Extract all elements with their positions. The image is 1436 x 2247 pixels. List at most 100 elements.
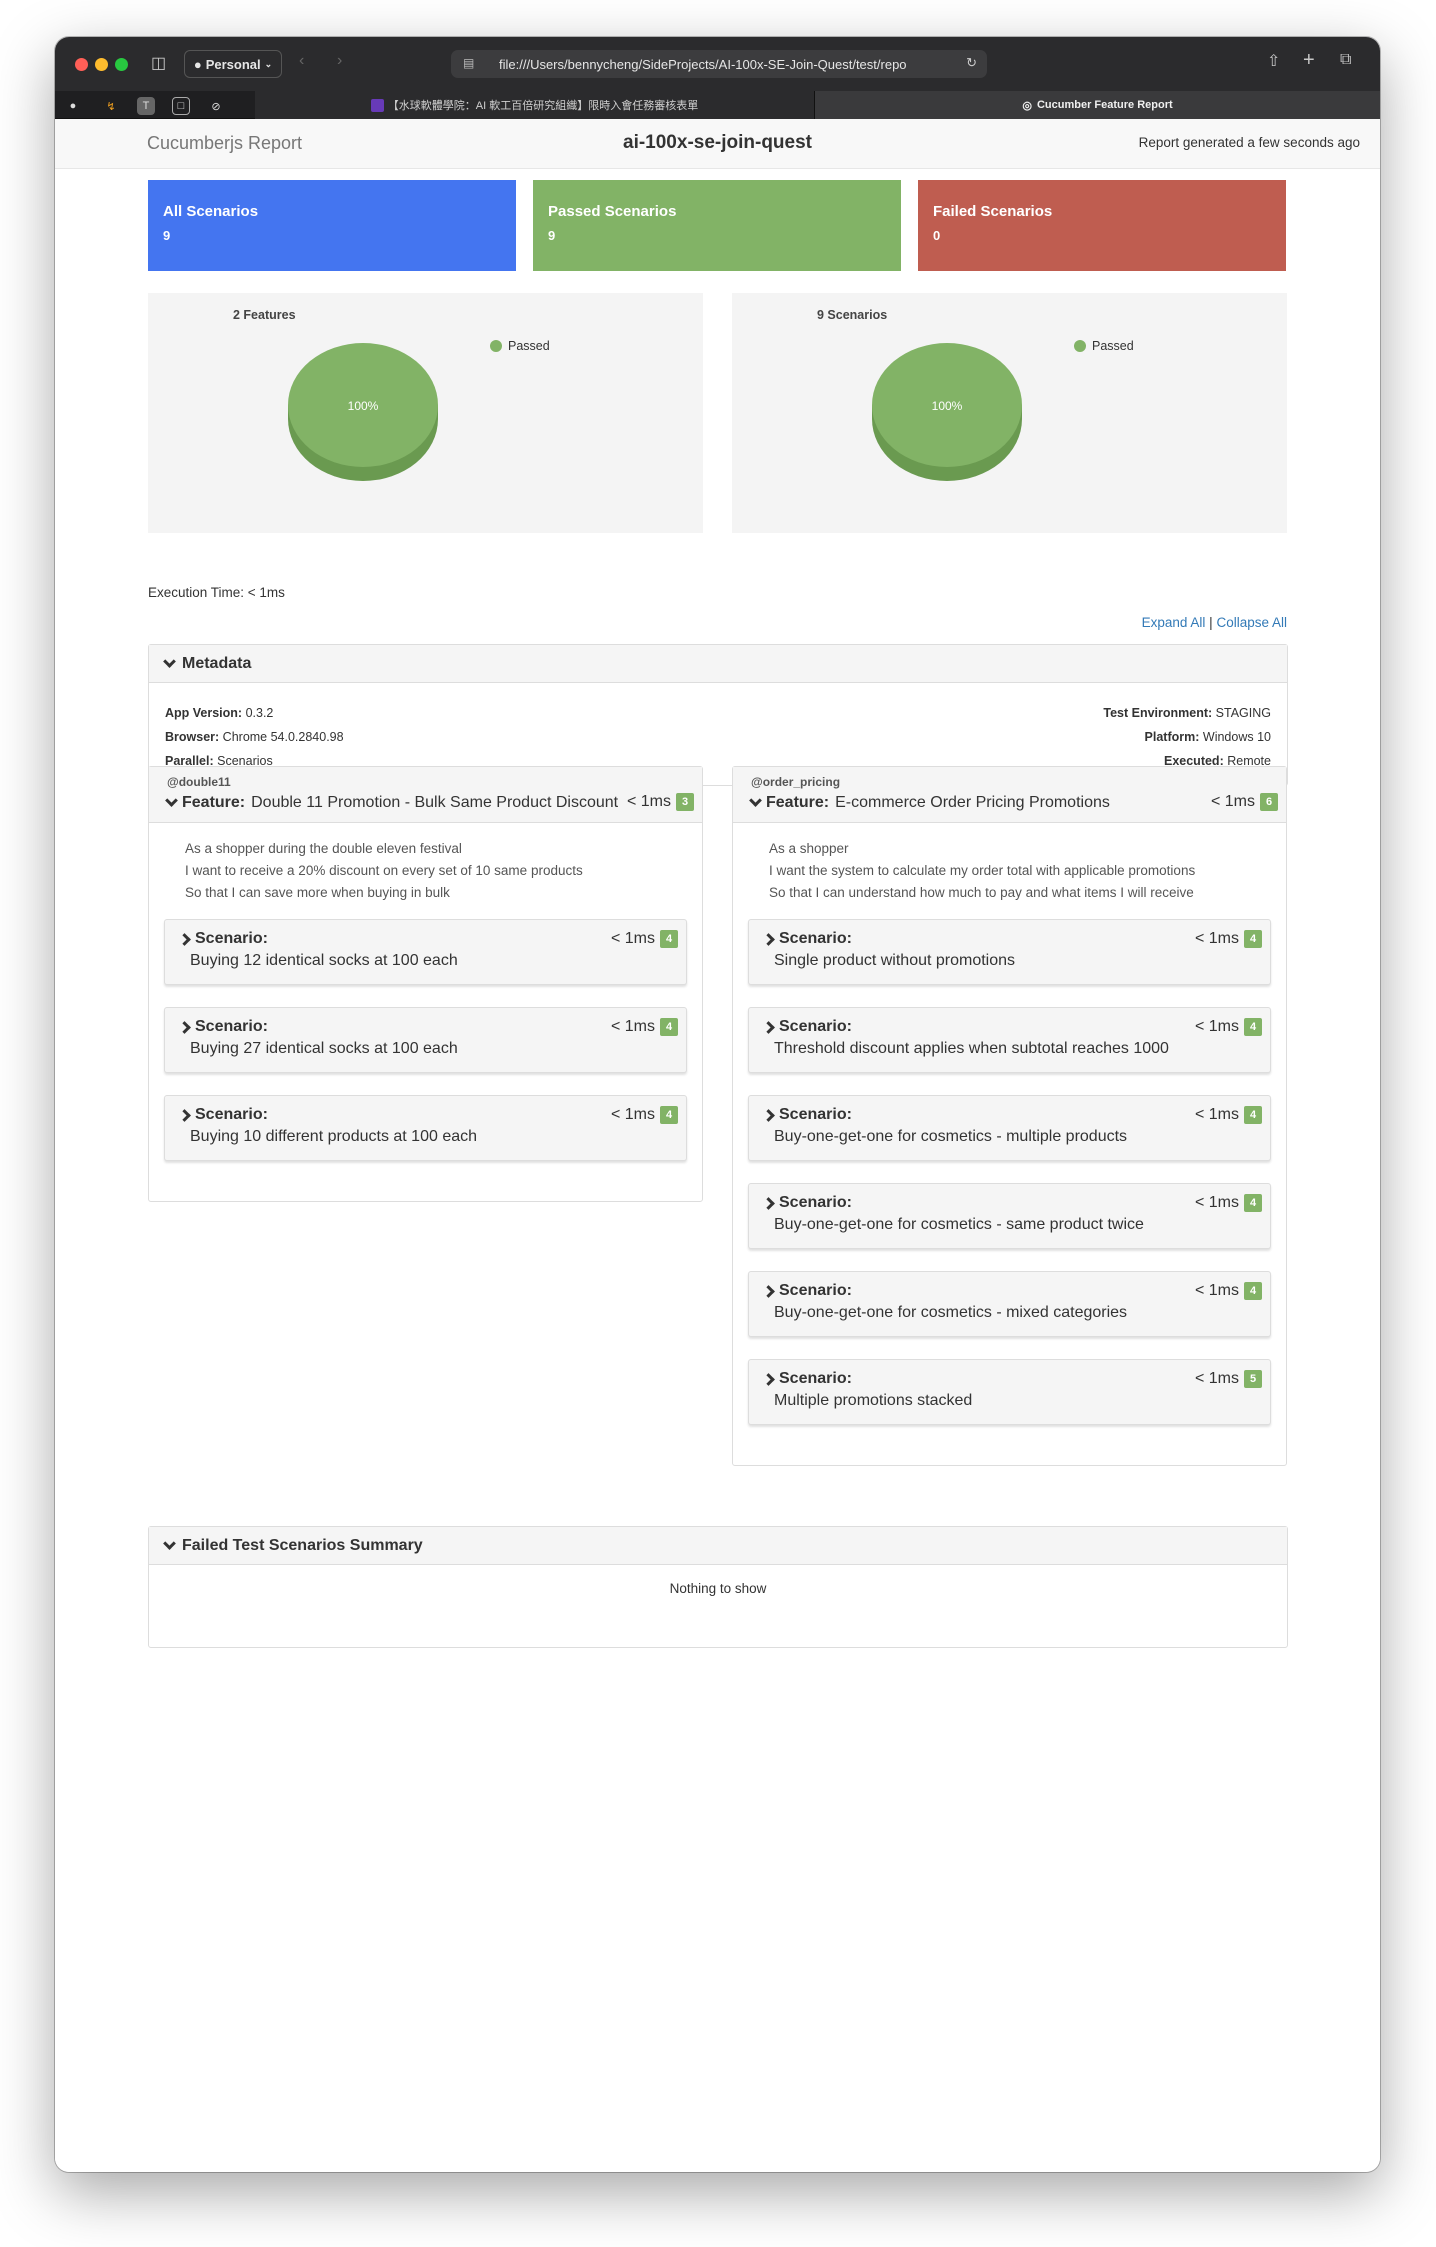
profile-label: Personal xyxy=(205,56,261,72)
feature-header[interactable]: @double11 Feature: Double 11 Promotion -… xyxy=(149,767,702,823)
metadata-header[interactable]: Metadata xyxy=(149,645,1287,683)
failed-scenarios-tile: Failed Scenarios 0 xyxy=(918,180,1286,271)
meta-label: Platform: xyxy=(1144,730,1200,744)
chart-legend[interactable]: Passed xyxy=(1074,339,1134,353)
tab-label: 【水球軟體學院：AI 軟工百倍研究組織】限時入會任務審核表單 xyxy=(387,100,699,112)
metadata-left: App Version: 0.3.2 Browser: Chrome 54.0.… xyxy=(165,701,344,773)
passed-count-badge: 6 xyxy=(1260,793,1278,811)
description-line: As a shopper during the double eleven fe… xyxy=(185,841,462,856)
title-bar: ◫ ● Personal ⌄ ‹ › ▤ file:///Users/benny… xyxy=(55,37,1380,91)
tab-overview-icon[interactable]: ⧉ xyxy=(1340,51,1351,69)
scenario-item[interactable]: Scenario: Buying 27 identical socks at 1… xyxy=(164,1007,687,1073)
pie-label: 100% xyxy=(932,399,963,413)
bolt-icon[interactable]: ↯ xyxy=(102,97,120,115)
close-window-button[interactable] xyxy=(75,58,88,71)
features-chart: 2 Features Passed 100% xyxy=(148,293,703,533)
scenario-item[interactable]: Scenario: Buy-one-get-one for cosmetics … xyxy=(748,1183,1271,1249)
expand-all-link[interactable]: Expand All xyxy=(1142,615,1206,630)
step-count-badge: 4 xyxy=(660,1018,678,1036)
tab-join-form[interactable]: 【水球軟體學院：AI 軟工百倍研究組織】限時入會任務審核表單 xyxy=(255,91,815,119)
meta-label: Browser: xyxy=(165,730,220,744)
tile-label: Passed Scenarios xyxy=(548,203,677,220)
form-icon xyxy=(370,98,384,112)
share-icon[interactable]: ⇧ xyxy=(1267,51,1280,71)
scenario-duration: < 1ms 4 xyxy=(1195,1194,1262,1212)
tile-value: 9 xyxy=(163,228,171,243)
step-count-badge: 4 xyxy=(1244,1282,1262,1300)
chevron-right-icon xyxy=(762,932,775,946)
feature-tag: @double11 xyxy=(167,775,231,789)
scenario-item[interactable]: Scenario: Multiple promotions stacked < … xyxy=(748,1359,1271,1425)
panel-title: Failed Test Scenarios Summary xyxy=(182,1536,423,1554)
t-app-icon[interactable]: T xyxy=(137,97,155,115)
legend-swatch xyxy=(1074,340,1086,352)
step-count-badge: 4 xyxy=(660,930,678,948)
compass-icon: ◎ xyxy=(1022,99,1032,112)
feature-title: Feature: E-commerce Order Pricing Promot… xyxy=(749,794,1110,812)
feature-header[interactable]: @order_pricing Feature: E-commerce Order… xyxy=(733,767,1286,823)
empty-state-text: Nothing to show xyxy=(669,1581,767,1596)
disabled-icon[interactable]: ⊘ xyxy=(207,97,225,115)
duration-text: < 1ms xyxy=(1194,1194,1239,1211)
feature-keyword: Feature: xyxy=(182,794,246,811)
scenario-item[interactable]: Scenario: Single product without promoti… xyxy=(748,919,1271,985)
duration-text: < 1ms xyxy=(1194,1018,1239,1035)
forward-icon[interactable]: › xyxy=(337,52,342,70)
feature-title: Feature: Double 11 Promotion - Bulk Same… xyxy=(165,794,619,812)
passed-scenarios-tile: Passed Scenarios 9 xyxy=(533,180,901,271)
scenarios-chart: 9 Scenarios Passed 100% xyxy=(732,293,1287,533)
zoom-window-button[interactable] xyxy=(115,58,128,71)
step-count-badge: 4 xyxy=(1244,1106,1262,1124)
scenario-keyword-row: Scenario: xyxy=(762,1018,852,1036)
collapse-all-link[interactable]: Collapse All xyxy=(1216,615,1287,630)
github-icon[interactable]: ● xyxy=(64,97,82,115)
meta-label: App Version: xyxy=(165,706,243,720)
pie-chart: 100% xyxy=(288,343,438,481)
sidebar-toggle-icon[interactable]: ◫ xyxy=(151,53,166,73)
browser-value: Chrome 54.0.2840.98 xyxy=(222,730,344,744)
scenario-keyword-row: Scenario: xyxy=(762,930,852,948)
tile-label: Failed Scenarios xyxy=(933,203,1053,220)
feature-name: Double 11 Promotion - Bulk Same Product … xyxy=(251,794,619,811)
scenario-duration: < 1ms 5 xyxy=(1195,1370,1262,1388)
feature-duration: < 1ms 6 xyxy=(1211,793,1278,811)
legend-label: Passed xyxy=(1092,339,1134,353)
scenario-item[interactable]: Scenario: Buying 10 different products a… xyxy=(164,1095,687,1161)
minimize-window-button[interactable] xyxy=(95,58,108,71)
scenario-item[interactable]: Scenario: Buying 12 identical socks at 1… xyxy=(164,919,687,985)
step-count-badge: 5 xyxy=(1244,1370,1262,1388)
chevron-right-icon xyxy=(762,1020,775,1034)
feature-description: As a shopper I want the system to calcul… xyxy=(733,823,1286,904)
scenario-keyword: Scenario: xyxy=(779,930,852,947)
scenario-duration: < 1ms 4 xyxy=(611,930,678,948)
feature-keyword: Feature: xyxy=(766,794,830,811)
metadata-right: Test Environment: STAGING Platform: Wind… xyxy=(1103,701,1271,773)
step-count-badge: 4 xyxy=(660,1106,678,1124)
scenario-keyword-row: Scenario: xyxy=(762,1370,852,1388)
feature-description: As a shopper during the double eleven fe… xyxy=(149,823,702,904)
profile-button[interactable]: ● Personal ⌄ xyxy=(184,50,282,78)
passed-count-badge: 3 xyxy=(676,793,694,811)
pinned-tab-icon[interactable]: □ xyxy=(172,97,190,115)
report-page: Cucumberjs Report ai-100x-se-join-quest … xyxy=(55,119,1380,2172)
duration-text: < 1ms xyxy=(1194,1282,1239,1299)
scenario-item[interactable]: Scenario: Buy-one-get-one for cosmetics … xyxy=(748,1095,1271,1161)
page-settings-icon[interactable]: ▤ xyxy=(463,56,474,70)
back-icon[interactable]: ‹ xyxy=(299,52,304,70)
scenario-duration: < 1ms 4 xyxy=(611,1106,678,1124)
scenario-item[interactable]: Scenario: Buy-one-get-one for cosmetics … xyxy=(748,1271,1271,1337)
tab-bar: ● ↯ T □ ⊘ 【水球軟體學院：AI 軟工百倍研究組織】限時入會任務審核表單… xyxy=(55,91,1380,119)
description-line: I want to receive a 20% discount on ever… xyxy=(185,863,583,878)
reload-icon[interactable]: ↻ xyxy=(966,55,977,71)
chart-legend[interactable]: Passed xyxy=(490,339,550,353)
scenario-item[interactable]: Scenario: Threshold discount applies whe… xyxy=(748,1007,1271,1073)
chevron-down-icon xyxy=(749,794,762,807)
scenario-duration: < 1ms 4 xyxy=(1195,1282,1262,1300)
legend-swatch xyxy=(490,340,502,352)
new-tab-icon[interactable]: + xyxy=(1303,49,1315,72)
description-line: As a shopper xyxy=(769,841,849,856)
chart-title: 2 Features xyxy=(233,308,296,322)
failed-summary-header[interactable]: Failed Test Scenarios Summary xyxy=(149,1527,1287,1565)
tab-cucumber-report[interactable]: ◎ Cucumber Feature Report xyxy=(815,91,1380,119)
address-bar[interactable]: ▤ file:///Users/bennycheng/SideProjects/… xyxy=(451,50,987,78)
